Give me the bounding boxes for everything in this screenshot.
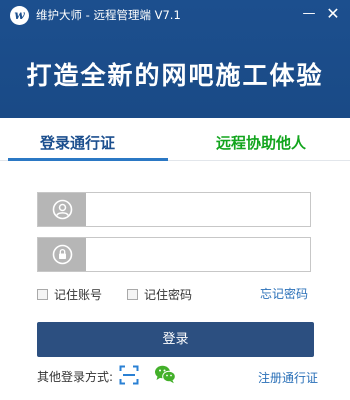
tab-remote-help[interactable]: 远程协助他人	[216, 132, 306, 153]
active-tab-indicator	[8, 158, 168, 161]
wechat-icon[interactable]	[154, 364, 176, 384]
close-button[interactable]: ✕	[322, 4, 344, 24]
remember-account-label: 记住账号	[54, 288, 103, 302]
user-icon	[38, 193, 86, 226]
minimize-button[interactable]: —	[298, 4, 320, 24]
remember-account-checkbox[interactable]: 记住账号	[37, 286, 102, 302]
slogan: 打造全新的网吧施工体验	[26, 61, 324, 90]
app-logo: w	[10, 6, 29, 25]
title-bar: w 维护大师 - 远程管理端 V7.1 — ✕	[0, 0, 350, 30]
remember-password-checkbox[interactable]: 记住密码	[127, 286, 192, 302]
lock-icon	[38, 238, 86, 271]
tab-bar: 登录通行证 远程协助他人	[0, 118, 350, 162]
forgot-password-link[interactable]: 忘记密码	[260, 285, 308, 302]
remember-password-box[interactable]	[127, 289, 138, 300]
remember-password-label: 记住密码	[144, 288, 193, 302]
password-field	[37, 237, 311, 272]
other-login-label: 其他登录方式:	[37, 370, 114, 384]
scan-icon[interactable]	[119, 365, 139, 385]
password-input[interactable]	[88, 238, 310, 271]
remember-account-box[interactable]	[37, 289, 48, 300]
window-title: 维护大师 - 远程管理端 V7.1	[36, 8, 181, 22]
register-link[interactable]: 注册通行证	[258, 369, 318, 386]
username-input[interactable]	[88, 193, 310, 226]
login-button[interactable]: 登录	[37, 322, 314, 357]
username-field	[37, 192, 311, 227]
header-banner: w 维护大师 - 远程管理端 V7.1 — ✕ 打造全新的网吧施工体验	[0, 0, 350, 118]
tab-login[interactable]: 登录通行证	[40, 132, 115, 153]
